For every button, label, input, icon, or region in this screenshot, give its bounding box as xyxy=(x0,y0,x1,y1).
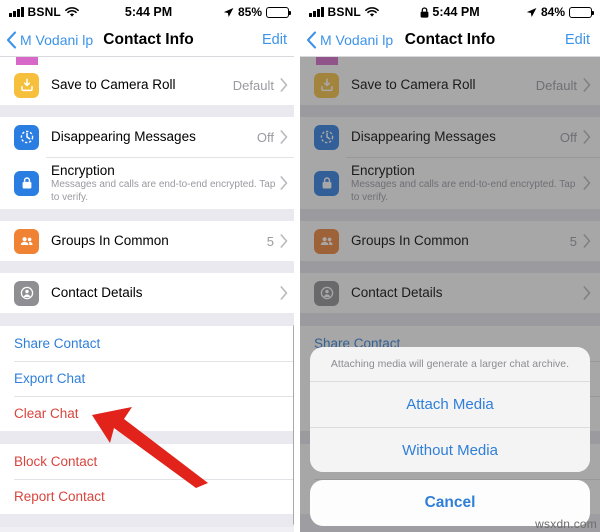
row-subtitle: Messages and calls are end-to-end encryp… xyxy=(51,179,276,203)
wifi-icon xyxy=(365,6,379,18)
chevron-right-icon xyxy=(280,176,288,190)
settings-group-contact-details: Contact Details xyxy=(0,273,297,313)
battery-icon xyxy=(569,6,595,18)
status-left-group: BSNL xyxy=(9,5,79,19)
right-nav-bar: M Vodani lp Contact Info Edit xyxy=(300,24,600,57)
edit-button[interactable]: Edit xyxy=(565,32,590,48)
battery-percent-label: 85% xyxy=(237,5,262,19)
site-watermark: wsxdn.com xyxy=(535,517,597,531)
row-encryption[interactable]: Encryption Messages and calls are end-to… xyxy=(0,157,297,209)
report-contact-button[interactable]: Report Contact xyxy=(0,479,297,514)
status-right-group: 84% xyxy=(526,5,595,19)
row-save-to-camera-roll[interactable]: Save to Camera Roll Default xyxy=(0,65,297,105)
chevron-right-icon xyxy=(280,234,288,248)
row-value: Off xyxy=(256,129,274,145)
row-title: Encryption xyxy=(51,163,115,178)
back-button-label: M Vodani lp xyxy=(320,32,394,48)
section-spacer xyxy=(0,105,297,117)
action-sheet-card: Attaching media will generate a larger c… xyxy=(310,347,590,472)
people-icon xyxy=(14,228,39,254)
back-button[interactable]: M Vodani lp xyxy=(306,31,393,49)
section-spacer xyxy=(0,313,297,326)
row-disappearing-messages[interactable]: Disappearing Messages Off xyxy=(0,117,297,157)
action-sheet-message: Attaching media will generate a larger c… xyxy=(310,347,590,382)
chevron-right-icon xyxy=(280,286,288,300)
screenshot-root: BSNL 5:44 PM 85% M Vodani lp Contact Inf… xyxy=(0,0,600,532)
row-value: 5 xyxy=(266,233,274,249)
right-phone-screen: BSNL 5:44 PM 84% M Vodani lp Contact Inf… xyxy=(300,0,600,532)
battery-icon xyxy=(266,6,292,18)
status-right-group: 85% xyxy=(223,5,292,19)
partial-row-above xyxy=(0,57,297,65)
carrier-label: BSNL xyxy=(27,5,61,19)
row-title: Groups In Common xyxy=(51,233,169,248)
right-status-bar: BSNL 5:44 PM 84% xyxy=(300,0,600,24)
actions-group-block: Block Contact Report Contact xyxy=(0,444,297,514)
share-contact-button[interactable]: Share Contact xyxy=(0,326,297,361)
left-nav-bar: M Vodani lp Contact Info Edit xyxy=(0,24,297,57)
row-value: Default xyxy=(232,77,274,93)
export-chat-button[interactable]: Export Chat xyxy=(0,361,297,396)
row-title: Contact Details xyxy=(51,285,143,300)
chevron-right-icon xyxy=(280,78,288,92)
row-text-block: Disappearing Messages xyxy=(51,123,257,151)
lock-icon xyxy=(14,170,39,196)
actions-group-chat: Share Contact Export Chat Clear Chat xyxy=(0,326,297,431)
status-left-group: BSNL xyxy=(309,5,379,19)
clock-label: 5:44 PM xyxy=(432,5,480,19)
clock-label: 5:44 PM xyxy=(124,5,173,19)
chevron-right-icon xyxy=(280,130,288,144)
section-spacer xyxy=(0,514,297,527)
row-contact-details[interactable]: Contact Details xyxy=(0,273,297,313)
back-button[interactable]: M Vodani lp xyxy=(6,31,93,49)
right-content-scroll[interactable]: Save to Camera Roll Default Disappearing… xyxy=(300,57,600,532)
settings-group-camera-roll: Save to Camera Roll Default xyxy=(0,65,297,105)
contact-card-icon xyxy=(14,280,39,306)
row-groups-in-common[interactable]: Groups In Common 5 xyxy=(0,221,297,261)
download-tray-icon xyxy=(14,72,39,98)
carrier-label: BSNL xyxy=(327,5,361,19)
row-text-block: Groups In Common xyxy=(51,227,267,255)
left-content-scroll[interactable]: Save to Camera Roll Default Disappearing… xyxy=(0,57,297,532)
left-phone-screen: BSNL 5:44 PM 85% M Vodani lp Contact Inf… xyxy=(0,0,297,532)
partial-row-icon xyxy=(16,57,38,65)
left-status-bar: BSNL 5:44 PM 85% xyxy=(0,0,297,24)
wifi-icon xyxy=(65,6,79,18)
back-button-label: M Vodani lp xyxy=(20,32,94,48)
row-text-block: Contact Details xyxy=(51,279,280,307)
battery-percent-label: 84% xyxy=(540,5,565,19)
chevron-left-icon xyxy=(6,31,17,49)
row-text-block: Encryption Messages and calls are end-to… xyxy=(51,157,280,209)
clear-chat-button[interactable]: Clear Chat xyxy=(0,396,297,431)
section-spacer xyxy=(0,261,297,273)
row-title: Disappearing Messages xyxy=(51,129,196,144)
location-arrow-icon xyxy=(223,7,234,18)
action-sheet: Attaching media will generate a larger c… xyxy=(300,347,600,532)
location-arrow-icon xyxy=(526,7,537,18)
row-text-block: Save to Camera Roll xyxy=(51,71,233,99)
signal-bars-icon xyxy=(309,7,324,17)
without-media-button[interactable]: Without Media xyxy=(310,427,590,472)
settings-group-groups: Groups In Common 5 xyxy=(0,221,297,261)
status-lock-icon xyxy=(420,6,429,18)
section-spacer xyxy=(0,209,297,221)
attach-media-button[interactable]: Attach Media xyxy=(310,382,590,427)
settings-group-privacy: Disappearing Messages Off Encryption Mes… xyxy=(0,117,297,209)
chevron-left-icon xyxy=(306,31,317,49)
row-title: Save to Camera Roll xyxy=(51,77,176,92)
block-contact-button[interactable]: Block Contact xyxy=(0,444,297,479)
section-spacer xyxy=(0,431,297,444)
edit-button[interactable]: Edit xyxy=(262,32,287,48)
signal-bars-icon xyxy=(9,7,24,17)
timer-icon xyxy=(14,124,39,150)
